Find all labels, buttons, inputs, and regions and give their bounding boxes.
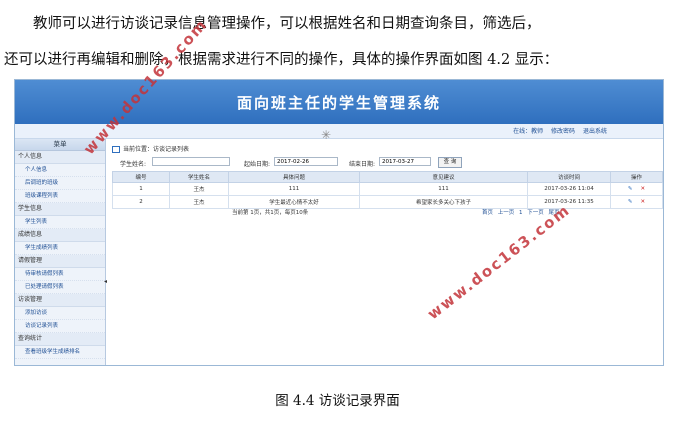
cell-id: 2 (112, 195, 170, 209)
start-date-label: 起始日期: (244, 161, 271, 168)
cell-id: 1 (112, 182, 170, 196)
sidebar-item-add-interview[interactable]: 添加访谈 (15, 307, 105, 320)
current-user-link[interactable]: 在线：教师 (513, 128, 543, 135)
cell-time: 2017-03-26 11:04 (527, 182, 611, 196)
cell-student-name: 王杰 (169, 182, 229, 196)
cell-actions: ✎ ✕ (610, 195, 663, 209)
col-problem: 具体问题 (228, 171, 360, 183)
body-paragraph-line-1: 教师可以进行访谈记录信息管理操作，可以根据姓名和日期查询条目，筛选后， (33, 16, 541, 32)
table-row: 1 王杰 111 111 2017-03-26 11:04 ✎ ✕ (112, 182, 663, 196)
collapse-handle-icon[interactable]: ◂ (104, 278, 108, 292)
pager-first-link[interactable]: 首页 (482, 210, 493, 216)
pager-next-link[interactable]: 下一页 (527, 210, 544, 216)
sidebar-item-class[interactable]: 后调班的班级 (15, 177, 105, 190)
delete-icon[interactable]: ✕ (641, 199, 646, 205)
delete-icon[interactable]: ✕ (641, 186, 646, 192)
pager-page-1-link[interactable]: 1 (519, 210, 523, 216)
edit-icon[interactable]: ✎ (628, 199, 633, 205)
breadcrumb: 当前位置：访谈记录列表 (112, 144, 189, 153)
sidebar-item-grade-list[interactable]: 学生成绩列表 (15, 242, 105, 255)
col-student-name: 学生姓名 (169, 171, 229, 183)
table-row: 2 王杰 学生最近心情不太好 希望家长多关心下孩子 2017-03-26 11:… (112, 195, 663, 209)
col-id: 编号 (112, 171, 170, 183)
main-panel: 当前位置：访谈记录列表 学生姓名: 起始日期: 结束日期: 查 询 编号 学生姓… (110, 139, 663, 365)
cell-actions: ✎ ✕ (610, 182, 663, 196)
cell-suggestion: 111 (359, 182, 528, 196)
sidebar-item-courses[interactable]: 班级课程列表 (15, 190, 105, 203)
location-icon (112, 146, 120, 153)
table-header-row: 编号 学生姓名 具体问题 意见建议 访谈时间 操作 (112, 171, 663, 183)
student-name-label: 学生姓名: (120, 161, 147, 168)
end-date-input[interactable] (379, 157, 431, 166)
sidebar-group-leave[interactable]: 请假管理 (15, 255, 105, 268)
interview-table: 编号 学生姓名 具体问题 意见建议 访谈时间 操作 1 王杰 111 111 2… (112, 171, 663, 209)
end-date-label: 结束日期: (349, 161, 376, 168)
filter-bar: 学生姓名: 起始日期: 结束日期: 查 询 (110, 157, 663, 169)
sidebar-group-stats[interactable]: 查询统计 (15, 333, 105, 346)
query-button[interactable]: 查 询 (438, 157, 462, 168)
breadcrumb-text: 当前位置：访谈记录列表 (123, 146, 190, 153)
sidebar: 菜单 个人信息 个人信息 后调班的班级 班级课程列表 学生信息 学生列表 成绩信… (15, 139, 106, 365)
sidebar-item-ranking[interactable]: 查看班级学生成绩排名 (15, 346, 105, 359)
col-actions: 操作 (610, 171, 663, 183)
col-time: 访谈时间 (527, 171, 611, 183)
sidebar-group-grades[interactable]: 成绩信息 (15, 229, 105, 242)
sidebar-item-student-list[interactable]: 学生列表 (15, 216, 105, 229)
sidebar-item-interview-list[interactable]: 访谈记录列表 (15, 320, 105, 333)
sidebar-item-pending-leave[interactable]: 待审核请假列表 (15, 268, 105, 281)
sidebar-group-students[interactable]: 学生信息 (15, 203, 105, 216)
col-suggestion: 意见建议 (359, 171, 528, 183)
student-name-input[interactable] (152, 157, 230, 166)
edit-icon[interactable]: ✎ (628, 186, 633, 192)
sidebar-item-personal-info[interactable]: 个人信息 (15, 164, 105, 177)
sidebar-group-interview[interactable]: 访谈管理 (15, 294, 105, 307)
cell-problem: 学生最近心情不太好 (228, 195, 360, 209)
pager-summary: 当前第 1页，共1页，每页10条 (232, 210, 309, 216)
body-paragraph-line-2: 还可以进行再编辑和删除，根据需求进行不同的操作，具体的操作界面如图 4.2 显示… (4, 52, 559, 68)
pager-prev-link[interactable]: 上一页 (498, 210, 515, 216)
change-password-link[interactable]: 修改密码 (551, 128, 575, 135)
sidebar-item-processed-leave[interactable]: 已处理请假列表 (15, 281, 105, 294)
start-date-input[interactable] (274, 157, 338, 166)
cell-time: 2017-03-26 11:35 (527, 195, 611, 209)
cell-student-name: 王杰 (169, 195, 229, 209)
cell-problem: 111 (228, 182, 360, 196)
cell-suggestion: 希望家长多关心下孩子 (359, 195, 528, 209)
logout-link[interactable]: 退出系统 (583, 128, 607, 135)
figure-caption: 图 4.4 访谈记录界面 (275, 393, 400, 409)
